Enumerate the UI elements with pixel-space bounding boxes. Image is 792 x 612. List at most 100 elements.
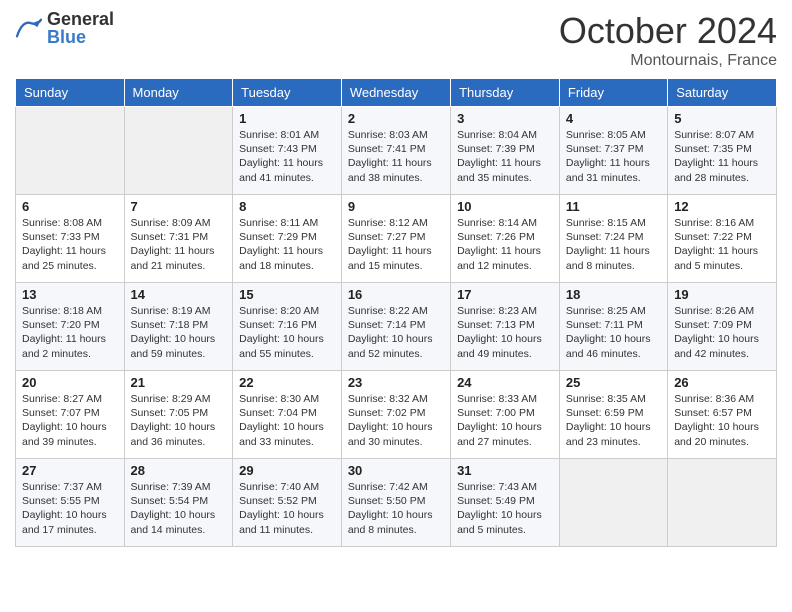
weekday-header-cell: Tuesday — [233, 79, 342, 107]
calendar-cell: 15Sunrise: 8:20 AMSunset: 7:16 PMDayligh… — [233, 283, 342, 371]
day-number: 13 — [22, 287, 118, 302]
weekday-header-cell: Thursday — [451, 79, 560, 107]
day-number: 30 — [348, 463, 444, 478]
month-title: October 2024 — [559, 10, 777, 52]
location-title: Montournais, France — [559, 52, 777, 70]
weekday-header-cell: Friday — [559, 79, 667, 107]
day-number: 15 — [239, 287, 335, 302]
day-number: 29 — [239, 463, 335, 478]
day-number: 14 — [131, 287, 227, 302]
calendar-week-row: 20 Sunrise: 8:27 AMSunset: 7:07 PMDayligh… — [16, 371, 777, 459]
day-info: Sunrise: 8:05 AMSunset: 7:37 PMDaylight:… — [566, 128, 661, 185]
calendar-cell: 8Sunrise: 8:11 AMSunset: 7:29 PMDaylight… — [233, 195, 342, 283]
day-info: Sunrise: 8:25 AMSunset: 7:11 PMDaylight:… — [566, 304, 661, 361]
day-number: 18 — [566, 287, 661, 302]
day-number: 31 — [457, 463, 553, 478]
day-number: 19 — [674, 287, 770, 302]
calendar-cell: 27 Sunrise: 7:37 AMSunset: 5:55 PMDayligh… — [16, 459, 125, 547]
calendar-cell: 14 Sunrise: 8:19 AMSunset: 7:18 PMDayligh… — [124, 283, 233, 371]
calendar-cell: 26 Sunrise: 8:36 AMSunset: 6:57 PMDayligh… — [668, 371, 777, 459]
day-info: Sunrise: 8:30 AMSunset: 7:04 PMDaylight:… — [239, 392, 335, 449]
day-number: 5 — [674, 111, 770, 126]
calendar-cell: 11Sunrise: 8:15 AMSunset: 7:24 PMDayligh… — [559, 195, 667, 283]
day-number: 2 — [348, 111, 444, 126]
calendar-week-row: 1 Sunrise: 8:01 AMSunset: 7:43 PMDaylight… — [16, 107, 777, 195]
day-number: 23 — [348, 375, 444, 390]
day-info: Sunrise: 8:19 AMSunset: 7:18 PMDaylight:… — [131, 304, 227, 361]
day-number: 17 — [457, 287, 553, 302]
day-info: Sunrise: 7:42 AMSunset: 5:50 PMDaylight:… — [348, 480, 444, 537]
calendar-cell: 21Sunrise: 8:29 AMSunset: 7:05 PMDayligh… — [124, 371, 233, 459]
calendar-cell: 30 Sunrise: 7:42 AMSunset: 5:50 PMDayligh… — [341, 459, 450, 547]
day-number: 22 — [239, 375, 335, 390]
day-info: Sunrise: 8:12 AMSunset: 7:27 PMDaylight:… — [348, 216, 444, 273]
day-number: 25 — [566, 375, 661, 390]
page-header: General Blue October 2024 Montournais, F… — [15, 10, 777, 70]
day-number: 21 — [131, 375, 227, 390]
calendar-cell — [16, 107, 125, 195]
day-number: 3 — [457, 111, 553, 126]
day-info: Sunrise: 7:39 AMSunset: 5:54 PMDaylight:… — [131, 480, 227, 537]
day-info: Sunrise: 8:33 AMSunset: 7:00 PMDaylight:… — [457, 392, 553, 449]
calendar-cell — [668, 459, 777, 547]
calendar-week-row: 27 Sunrise: 7:37 AMSunset: 5:55 PMDayligh… — [16, 459, 777, 547]
calendar-cell: 4 Sunrise: 8:05 AMSunset: 7:37 PMDaylight… — [559, 107, 667, 195]
day-number: 9 — [348, 199, 444, 214]
calendar-cell: 19 Sunrise: 8:26 AMSunset: 7:09 PMDayligh… — [668, 283, 777, 371]
calendar-cell: 18 Sunrise: 8:25 AMSunset: 7:11 PMDayligh… — [559, 283, 667, 371]
day-number: 16 — [348, 287, 444, 302]
day-number: 8 — [239, 199, 335, 214]
day-number: 12 — [674, 199, 770, 214]
calendar-cell: 7 Sunrise: 8:09 AMSunset: 7:31 PMDaylight… — [124, 195, 233, 283]
logo: General Blue — [15, 10, 114, 46]
calendar-cell — [559, 459, 667, 547]
day-info: Sunrise: 8:01 AMSunset: 7:43 PMDaylight:… — [239, 128, 335, 185]
calendar-cell: 31 Sunrise: 7:43 AMSunset: 5:49 PMDayligh… — [451, 459, 560, 547]
calendar: SundayMondayTuesdayWednesdayThursdayFrid… — [15, 78, 777, 547]
weekday-header-row: SundayMondayTuesdayWednesdayThursdayFrid… — [16, 79, 777, 107]
weekday-header-cell: Sunday — [16, 79, 125, 107]
calendar-cell: 12 Sunrise: 8:16 AMSunset: 7:22 PMDayligh… — [668, 195, 777, 283]
calendar-cell: 28 Sunrise: 7:39 AMSunset: 5:54 PMDayligh… — [124, 459, 233, 547]
day-info: Sunrise: 8:03 AMSunset: 7:41 PMDaylight:… — [348, 128, 444, 185]
day-info: Sunrise: 7:43 AMSunset: 5:49 PMDaylight:… — [457, 480, 553, 537]
day-number: 26 — [674, 375, 770, 390]
calendar-cell: 3Sunrise: 8:04 AMSunset: 7:39 PMDaylight… — [451, 107, 560, 195]
day-info: Sunrise: 7:40 AMSunset: 5:52 PMDaylight:… — [239, 480, 335, 537]
day-number: 1 — [239, 111, 335, 126]
calendar-cell: 24Sunrise: 8:33 AMSunset: 7:00 PMDayligh… — [451, 371, 560, 459]
calendar-cell: 1 Sunrise: 8:01 AMSunset: 7:43 PMDaylight… — [233, 107, 342, 195]
day-info: Sunrise: 8:22 AMSunset: 7:14 PMDaylight:… — [348, 304, 444, 361]
day-number: 7 — [131, 199, 227, 214]
logo-text: General Blue — [47, 10, 114, 46]
day-number: 6 — [22, 199, 118, 214]
calendar-cell: 25Sunrise: 8:35 AMSunset: 6:59 PMDayligh… — [559, 371, 667, 459]
day-info: Sunrise: 8:15 AMSunset: 7:24 PMDaylight:… — [566, 216, 661, 273]
calendar-cell: 13Sunrise: 8:18 AMSunset: 7:20 PMDayligh… — [16, 283, 125, 371]
calendar-cell: 2 Sunrise: 8:03 AMSunset: 7:41 PMDaylight… — [341, 107, 450, 195]
day-info: Sunrise: 8:16 AMSunset: 7:22 PMDaylight:… — [674, 216, 770, 273]
day-info: Sunrise: 8:26 AMSunset: 7:09 PMDaylight:… — [674, 304, 770, 361]
day-number: 27 — [22, 463, 118, 478]
day-info: Sunrise: 8:09 AMSunset: 7:31 PMDaylight:… — [131, 216, 227, 273]
calendar-cell: 22 Sunrise: 8:30 AMSunset: 7:04 PMDayligh… — [233, 371, 342, 459]
day-info: Sunrise: 8:14 AMSunset: 7:26 PMDaylight:… — [457, 216, 553, 273]
day-number: 10 — [457, 199, 553, 214]
day-info: Sunrise: 7:37 AMSunset: 5:55 PMDaylight:… — [22, 480, 118, 537]
day-number: 28 — [131, 463, 227, 478]
day-info: Sunrise: 8:07 AMSunset: 7:35 PMDaylight:… — [674, 128, 770, 185]
day-info: Sunrise: 8:36 AMSunset: 6:57 PMDaylight:… — [674, 392, 770, 449]
calendar-cell: 29 Sunrise: 7:40 AMSunset: 5:52 PMDayligh… — [233, 459, 342, 547]
calendar-cell: 9 Sunrise: 8:12 AMSunset: 7:27 PMDaylight… — [341, 195, 450, 283]
day-number: 4 — [566, 111, 661, 126]
day-info: Sunrise: 8:27 AMSunset: 7:07 PMDaylight:… — [22, 392, 118, 449]
logo-icon — [15, 16, 43, 40]
weekday-header-cell: Wednesday — [341, 79, 450, 107]
calendar-cell: 23Sunrise: 8:32 AMSunset: 7:02 PMDayligh… — [341, 371, 450, 459]
logo-general: General — [47, 10, 114, 28]
calendar-cell: 5 Sunrise: 8:07 AMSunset: 7:35 PMDaylight… — [668, 107, 777, 195]
weekday-header-cell: Saturday — [668, 79, 777, 107]
day-info: Sunrise: 8:23 AMSunset: 7:13 PMDaylight:… — [457, 304, 553, 361]
day-number: 20 — [22, 375, 118, 390]
calendar-cell — [124, 107, 233, 195]
